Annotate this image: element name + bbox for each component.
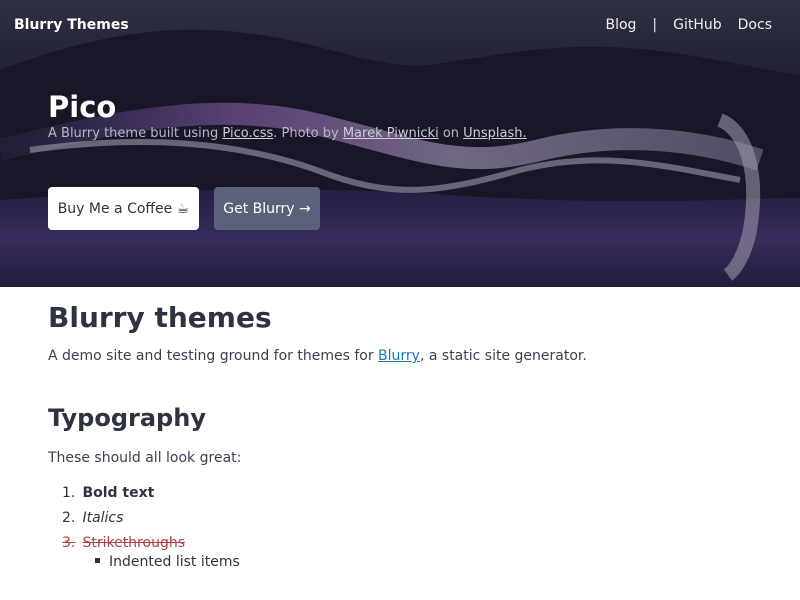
- hero-banner: Blurry Themes Blog | GitHub Docs Pico A …: [0, 0, 800, 287]
- section-intro: These should all look great:: [48, 450, 242, 466]
- hero-subtitle-middle: . Photo by: [273, 126, 343, 141]
- intro-suffix: , a static site generator.: [419, 348, 587, 364]
- nav-separator: |: [652, 17, 658, 33]
- indented-item-text: Indented list items: [109, 554, 240, 570]
- nav-link-github[interactable]: GitHub: [673, 17, 722, 33]
- intro-prefix: A demo site and testing ground for theme…: [48, 348, 379, 364]
- list-item: 2. Italics: [62, 509, 185, 534]
- intro-paragraph: A demo site and testing ground for theme…: [48, 348, 587, 364]
- hero-subtitle-on: on: [438, 126, 464, 141]
- indented-list: Indented list items: [95, 554, 240, 570]
- list-item: 1. Bold text: [62, 484, 185, 509]
- hero-title: Pico: [48, 90, 117, 124]
- pico-css-link[interactable]: Pico.css: [222, 126, 273, 141]
- list-number: 1.: [62, 485, 76, 501]
- section-title-typography: Typography: [48, 404, 206, 432]
- italic-text: Italics: [82, 510, 124, 526]
- nav-links: Blog | GitHub Docs: [605, 17, 772, 33]
- blurry-link[interactable]: Blurry: [378, 348, 420, 364]
- typography-list: 1. Bold text 2. Italics 3. Strikethrough…: [62, 484, 185, 559]
- unsplash-link[interactable]: Unsplash.: [463, 126, 527, 141]
- buy-me-a-coffee-button[interactable]: Buy Me a Coffee ☕: [48, 187, 199, 230]
- nav-link-blog[interactable]: Blog: [605, 17, 636, 33]
- bold-text: Bold text: [82, 485, 155, 501]
- nav-link-docs[interactable]: Docs: [738, 17, 772, 33]
- brand-link[interactable]: Blurry Themes: [14, 17, 129, 33]
- square-bullet-icon: [95, 557, 100, 563]
- list-item: Indented list items: [95, 554, 240, 570]
- list-number: 3.: [62, 535, 76, 551]
- get-blurry-button[interactable]: Get Blurry →: [214, 187, 320, 230]
- page-title: Blurry themes: [48, 301, 272, 334]
- hero-subtitle: A Blurry theme built using Pico.css. Pho…: [48, 126, 527, 141]
- list-number: 2.: [62, 510, 76, 526]
- strikethrough-text: Strikethroughs: [82, 535, 185, 551]
- photographer-link[interactable]: Marek Piwnicki: [343, 126, 439, 141]
- top-navigation: Blurry Themes Blog | GitHub Docs: [0, 0, 800, 50]
- hero-subtitle-prefix: A Blurry theme built using: [48, 126, 223, 141]
